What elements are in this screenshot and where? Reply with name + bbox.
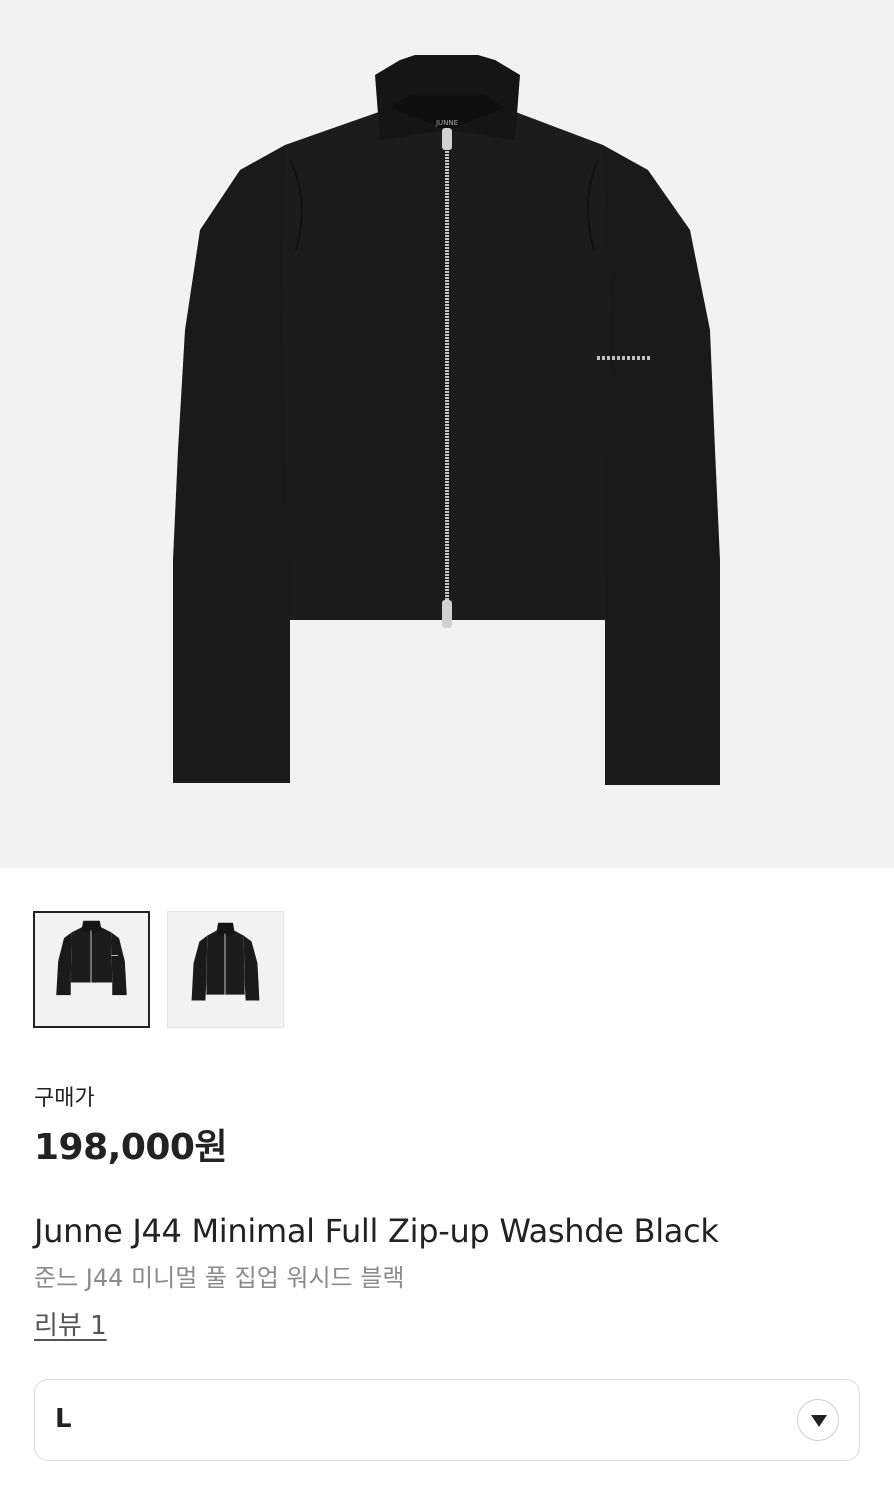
right-sleeve bbox=[600, 145, 720, 785]
price: 198,000원 bbox=[34, 1127, 228, 1168]
thumbnail-strip bbox=[33, 911, 284, 1028]
product-name-ko: 준느 J44 미니멀 풀 집업 워시드 블랙 bbox=[34, 1264, 405, 1292]
thumbnail-2[interactable] bbox=[167, 911, 284, 1028]
thumbnail-1[interactable] bbox=[33, 911, 150, 1028]
jacket-thumbnail-icon bbox=[191, 922, 260, 1001]
jacket-illustration: JUNNE bbox=[173, 55, 720, 785]
size-select[interactable]: L bbox=[34, 1379, 860, 1461]
jacket-thumbnail-icon bbox=[56, 920, 127, 996]
product-name-en: Junne J44 Minimal Full Zip-up Washde Bla… bbox=[34, 1212, 719, 1250]
review-link[interactable]: 리뷰 1 bbox=[34, 1305, 107, 1342]
brand-tag-text: JUNNE bbox=[435, 119, 458, 127]
price-label: 구매가 bbox=[34, 1086, 95, 1111]
product-main-image: JUNNE bbox=[0, 0, 894, 868]
zipper-pull-bottom bbox=[442, 600, 452, 628]
size-select-value: L bbox=[55, 1404, 72, 1434]
left-sleeve bbox=[173, 145, 295, 783]
size-select-toggle[interactable] bbox=[797, 1399, 839, 1441]
caret-down-icon bbox=[811, 1415, 827, 1427]
zipper-pull-top bbox=[442, 128, 452, 150]
